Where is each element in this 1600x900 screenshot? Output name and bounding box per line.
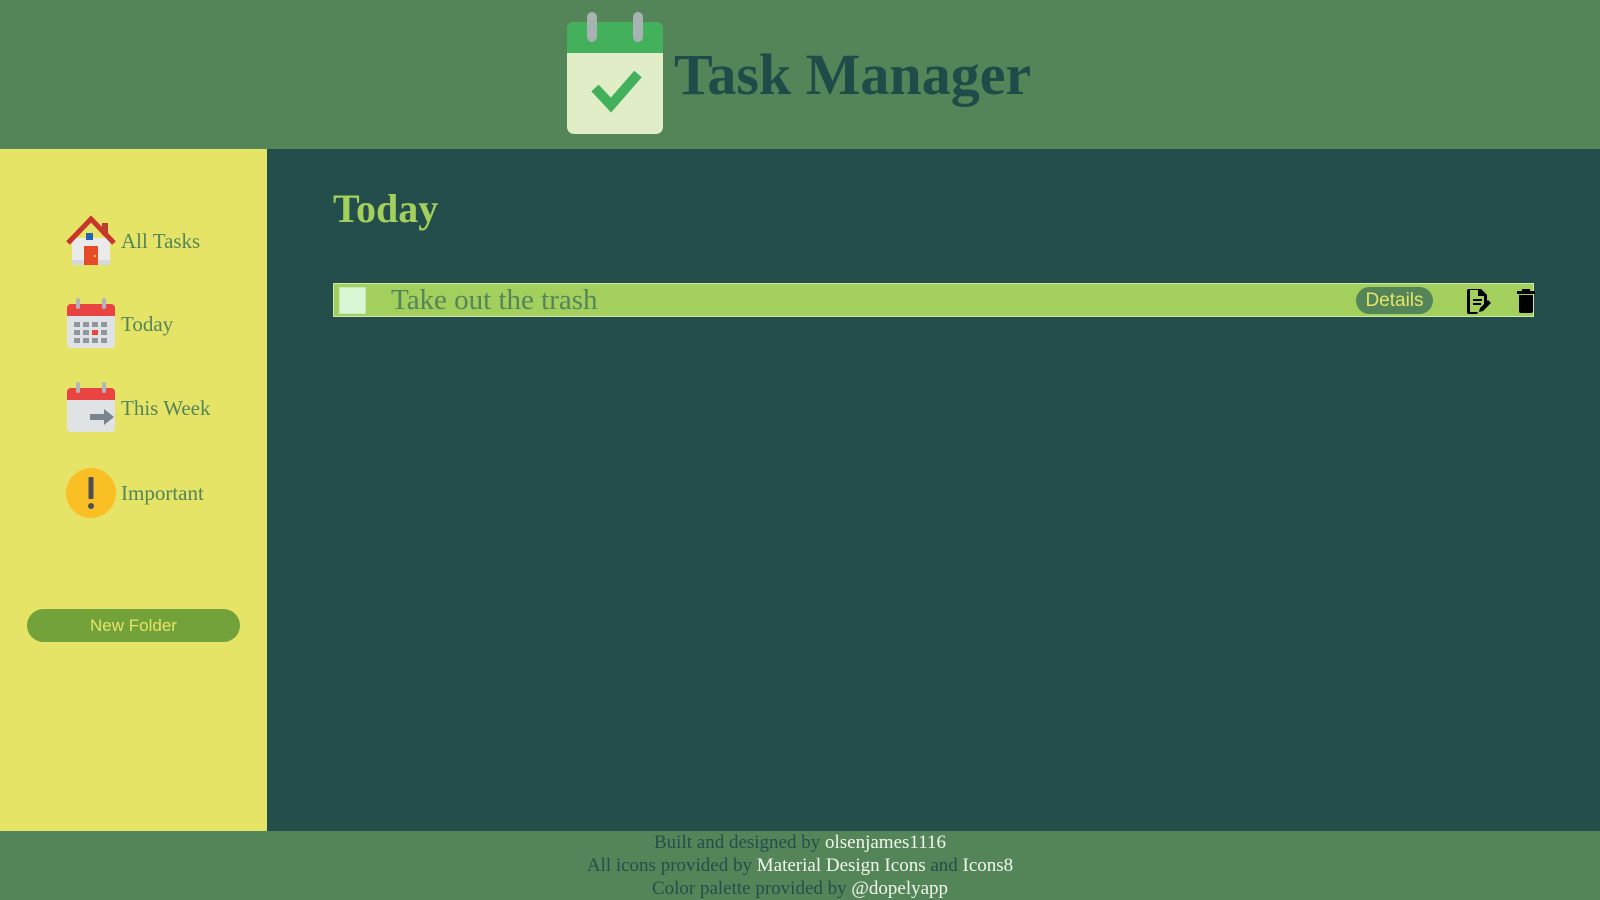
- author-link[interactable]: olsenjames1116: [825, 832, 946, 853]
- app-header: Task Manager: [0, 0, 1600, 149]
- calendar-arrow-icon: [67, 382, 115, 432]
- calendar-check-icon: [567, 12, 663, 134]
- sidebar-item-all-tasks[interactable]: All Tasks: [66, 215, 200, 267]
- icons8-link[interactable]: Icons8: [963, 855, 1014, 876]
- sidebar-item-label: Important: [121, 480, 204, 505]
- footer-text: Built and designed by: [654, 832, 821, 853]
- trash-icon[interactable]: [1516, 289, 1536, 313]
- task-title: Take out the trash: [391, 284, 598, 316]
- footer-text: Color palette provided by: [651, 878, 847, 899]
- house-icon: [66, 215, 116, 265]
- page-title: Today: [333, 186, 439, 231]
- footer-text: and: [930, 855, 958, 876]
- sidebar-item-label: All Tasks: [121, 228, 201, 253]
- dopelyapp-link[interactable]: @dopelyapp: [851, 878, 948, 899]
- task-row: Take out the trash Details: [333, 283, 1536, 317]
- sidebar-item-label: This Week: [121, 395, 211, 420]
- sidebar-item-label: Today: [121, 311, 174, 336]
- footer-credit-line: Built and designed by olsenjames1116: [0, 831, 1600, 854]
- details-button[interactable]: Details: [1356, 287, 1433, 314]
- new-folder-button[interactable]: New Folder: [27, 609, 240, 642]
- footer-icons-line: All icons provided by Material Design Ic…: [0, 854, 1600, 877]
- footer-palette-line: Color palette provided by @dopelyapp: [0, 877, 1600, 900]
- sidebar-item-today[interactable]: Today: [66, 298, 173, 350]
- exclamation-icon: [66, 468, 116, 518]
- edit-icon[interactable]: [1467, 288, 1491, 314]
- app-title: Task Manager: [674, 42, 1032, 107]
- sidebar-item-important[interactable]: Important: [66, 467, 204, 519]
- footer: Built and designed by olsenjames1116 All…: [0, 831, 1600, 900]
- main-panel: Today Take out the trash Details: [267, 149, 1600, 831]
- sidebar: All Tasks Today This Week Important New …: [0, 149, 267, 831]
- material-design-icons-link[interactable]: Material Design Icons: [757, 855, 926, 876]
- calendar-icon: [67, 298, 115, 348]
- sidebar-item-this-week[interactable]: This Week: [66, 382, 211, 434]
- footer-text: All icons provided by: [586, 855, 752, 876]
- task-checkbox[interactable]: [339, 287, 366, 314]
